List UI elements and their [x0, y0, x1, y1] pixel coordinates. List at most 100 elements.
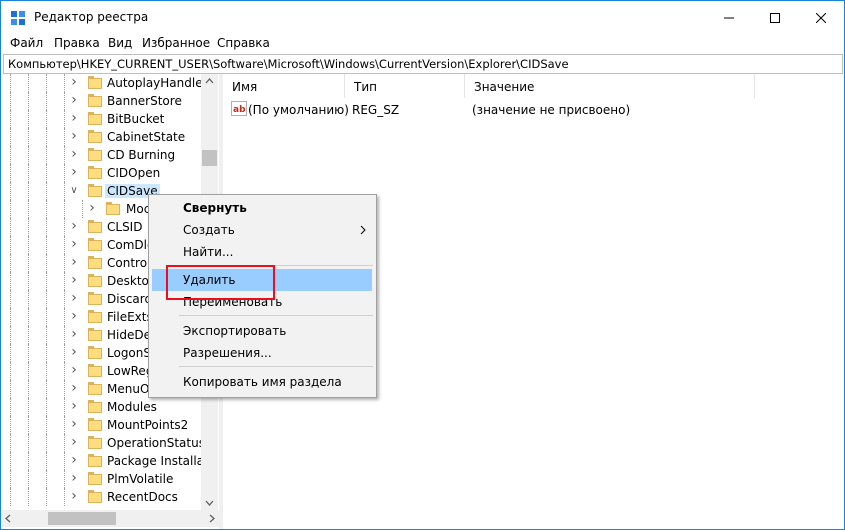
chevron-down-icon[interactable]: ∨ [69, 185, 79, 197]
tree-horizontal-scrollbar[interactable] [1, 510, 219, 527]
tree-guide-line [46, 434, 47, 452]
menu-item-permissions[interactable]: Разрешения... [149, 342, 376, 364]
chevron-right-icon[interactable]: › [69, 219, 79, 233]
folder-icon [88, 94, 102, 107]
maximize-button[interactable] [752, 1, 798, 34]
tree-item[interactable]: › Modules [1, 398, 218, 416]
menu-favorites[interactable]: Избранное [142, 36, 210, 50]
folder-icon [88, 292, 102, 305]
chevron-right-icon[interactable]: › [69, 363, 79, 377]
tree-guide-line [10, 326, 11, 344]
tree-item[interactable]: › BannerStore [1, 92, 218, 110]
chevron-right-icon[interactable]: › [69, 327, 79, 341]
minimize-button[interactable] [706, 1, 752, 34]
menu-item-find[interactable]: Найти... [149, 241, 376, 263]
tree-guide-line [10, 92, 11, 110]
tree-item-label: CD Burning [107, 148, 176, 162]
chevron-right-icon[interactable]: › [69, 309, 79, 323]
menu-item-copy-key-name[interactable]: Копировать имя раздела [149, 371, 376, 393]
chevron-right-icon[interactable]: › [69, 489, 79, 503]
tree-guide-line [46, 398, 47, 416]
tree-guide-line [46, 344, 47, 362]
chevron-right-icon[interactable]: › [69, 399, 79, 413]
close-icon [816, 12, 826, 23]
chevron-right-icon[interactable]: › [87, 201, 97, 215]
tree-guide-line [46, 380, 47, 398]
chevron-right-icon[interactable]: › [69, 291, 79, 305]
menu-item-find-label: Найти... [183, 245, 234, 259]
chevron-right-icon[interactable]: › [69, 237, 79, 251]
menu-file[interactable]: Файл [10, 36, 43, 50]
tree-item[interactable]: › OperationStatusM [1, 434, 218, 452]
menu-view[interactable]: Вид [108, 36, 132, 50]
tree-guide-line [64, 290, 65, 308]
chevron-right-icon[interactable]: › [69, 147, 79, 161]
column-header-name-label: Имя [232, 80, 258, 94]
menu-help[interactable]: Справка [217, 36, 270, 50]
tree-guide-line [64, 200, 65, 218]
address-path: Компьютер\HKEY_CURRENT_USER\Software\Mic… [8, 57, 569, 71]
minimize-icon [724, 17, 734, 18]
chevron-right-icon[interactable]: › [69, 453, 79, 467]
chevron-right-icon[interactable]: › [69, 345, 79, 359]
chevron-right-icon[interactable]: › [69, 75, 79, 89]
tree-item-label: OperationStatusM [107, 436, 216, 450]
tree-item-label: Moc [126, 202, 151, 216]
menu-item-export[interactable]: Экспортировать [149, 320, 376, 342]
tree-guide-line [10, 470, 11, 488]
column-header-value[interactable]: Значение [465, 74, 755, 98]
chevron-right-icon[interactable]: › [69, 165, 79, 179]
tree-guide-line [10, 290, 11, 308]
scroll-left-icon[interactable] [1, 510, 15, 527]
column-header-type[interactable]: Тип [345, 74, 465, 98]
tree-guide-line [46, 164, 47, 182]
chevron-right-icon[interactable]: › [69, 255, 79, 269]
menu-separator [179, 315, 373, 316]
chevron-right-icon[interactable]: › [69, 417, 79, 431]
tree-item[interactable]: › Package Installatio [1, 452, 218, 470]
window-title: Редактор реестра [34, 10, 149, 24]
column-header-name[interactable]: Имя [223, 74, 345, 98]
maximize-icon [770, 12, 780, 23]
tree-item-label: FileExts [107, 310, 153, 324]
menu-item-collapse[interactable]: Свернуть [149, 197, 376, 219]
chevron-right-icon[interactable]: › [69, 93, 79, 107]
scrollbar-thumb[interactable] [202, 150, 217, 166]
tree-item[interactable]: › AutoplayHandlers [1, 74, 218, 92]
tree-item[interactable]: › CIDOpen [1, 164, 218, 182]
tree-guide-line [28, 380, 29, 398]
chevron-right-icon[interactable]: › [69, 381, 79, 395]
tree-guide-line [28, 128, 29, 146]
chevron-right-icon[interactable]: › [69, 129, 79, 143]
folder-icon [88, 328, 102, 341]
close-button[interactable] [798, 1, 844, 34]
tree-item[interactable]: › PlmVolatile [1, 470, 218, 488]
address-bar[interactable]: Компьютер\HKEY_CURRENT_USER\Software\Mic… [3, 54, 843, 74]
tree-guide-line [46, 488, 47, 506]
title-bar: Редактор реестра [1, 1, 844, 34]
chevron-right-icon[interactable]: › [69, 471, 79, 485]
tree-guide-line [28, 236, 29, 254]
menu-item-create[interactable]: Создать [149, 219, 376, 241]
menu-item-copy-key-name-label: Копировать имя раздела [183, 375, 342, 389]
scroll-up-icon[interactable] [201, 74, 218, 88]
tree-item-label: CIDOpen [107, 166, 161, 180]
tree-item[interactable]: › MountPoints2 [1, 416, 218, 434]
tree-guide-line [46, 182, 47, 200]
tree-guide-line [28, 254, 29, 272]
tree-item[interactable]: › CabinetState [1, 128, 218, 146]
tree-guide-line [28, 164, 29, 182]
chevron-right-icon[interactable]: › [69, 273, 79, 287]
tree-item[interactable]: › RecentDocs [1, 488, 218, 506]
menu-edit[interactable]: Правка [54, 36, 100, 50]
scroll-down-icon[interactable] [201, 496, 218, 510]
scroll-right-icon[interactable] [205, 510, 219, 527]
tree-guide-line [46, 416, 47, 434]
tree-item[interactable]: › BitBucket [1, 110, 218, 128]
tree-guide-line [10, 74, 11, 92]
tree-item[interactable]: › CD Burning [1, 146, 218, 164]
tree-guide-line [28, 434, 29, 452]
chevron-right-icon[interactable]: › [69, 435, 79, 449]
chevron-right-icon[interactable]: › [69, 111, 79, 125]
horizontal-scrollbar-thumb[interactable] [48, 512, 116, 525]
